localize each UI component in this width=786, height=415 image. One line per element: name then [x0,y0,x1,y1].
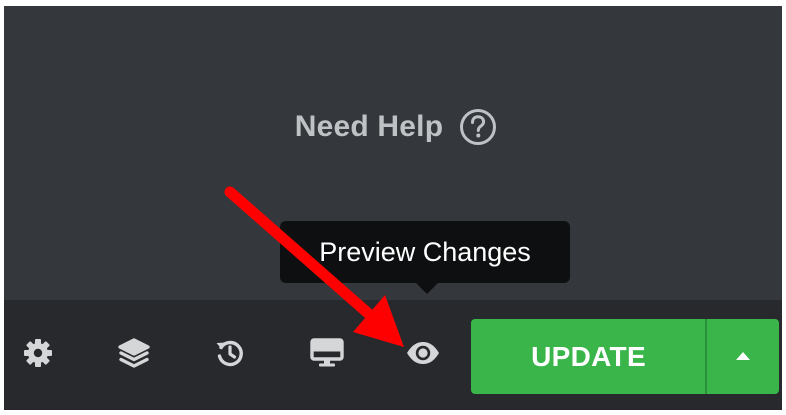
history-button[interactable] [213,338,247,372]
eye-icon [405,340,441,371]
need-help-link[interactable]: Need Help [0,108,786,146]
history-icon [214,337,246,374]
navigator-button[interactable] [117,336,151,375]
tooltip-arrow [416,283,438,294]
update-button-label: UPDATE [531,340,646,372]
preview-changes-tooltip: Preview Changes [280,221,570,283]
save-options-button[interactable] [707,319,779,394]
preview-changes-button[interactable] [406,338,440,372]
editor-frame: Need Help Preview Changes UPDATE [0,0,786,415]
responsive-mode-button[interactable] [310,337,344,374]
gear-icon [22,337,54,374]
question-circle-icon [459,108,497,146]
desktop-icon [310,337,344,374]
need-help-label: Need Help [294,110,444,143]
caret-up-icon [735,348,751,366]
update-button[interactable]: UPDATE [471,319,706,394]
tooltip-text: Preview Changes [319,236,531,267]
layers-icon [117,336,151,375]
settings-button[interactable] [21,338,55,372]
